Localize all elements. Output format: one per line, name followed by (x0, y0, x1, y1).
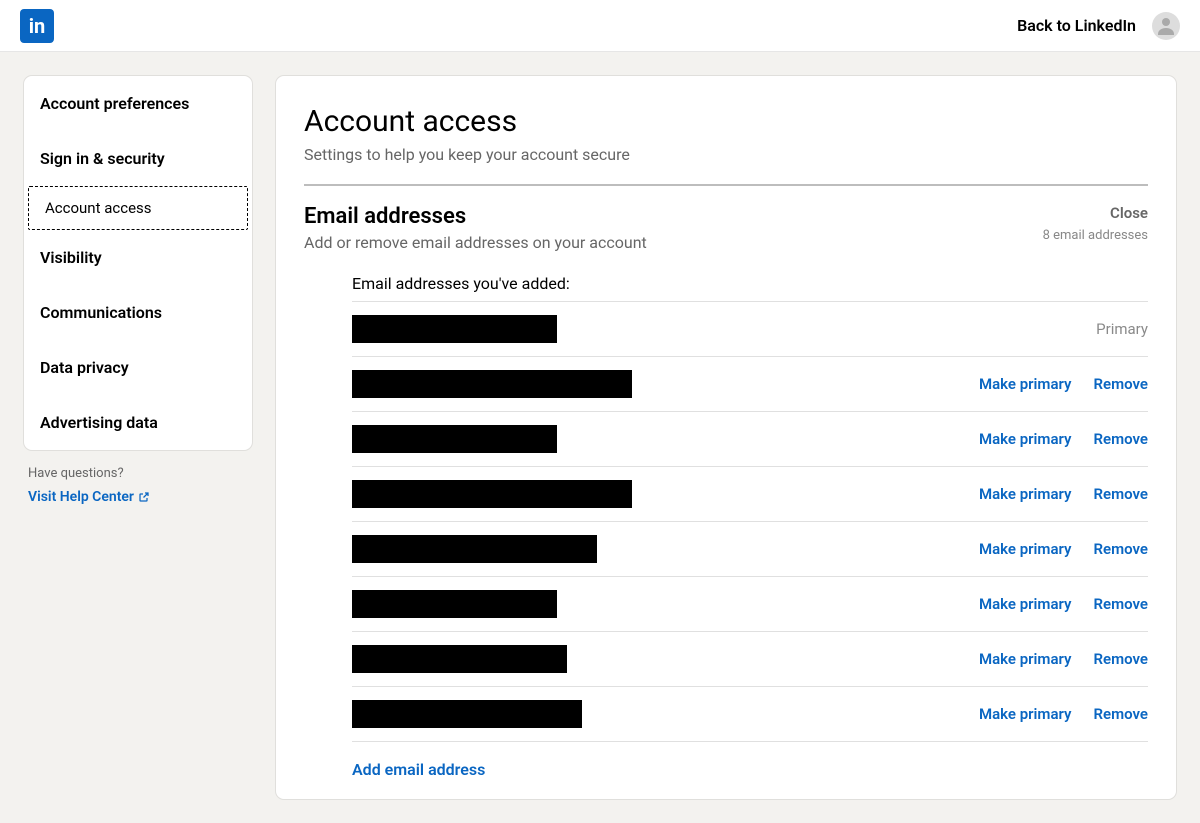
email-row: Make primary Remove (352, 686, 1148, 741)
email-redacted (352, 425, 557, 453)
page-title: Account access (304, 104, 1148, 139)
section-title: Email addresses (304, 204, 647, 229)
sidebar-item-visibility[interactable]: Visibility (24, 230, 252, 285)
help-center-link[interactable]: Visit Help Center (28, 489, 150, 505)
email-row: Make primary Remove (352, 356, 1148, 411)
settings-sidebar: Account preferences Sign in & security A… (24, 76, 252, 450)
sidebar-item-sign-in-security[interactable]: Sign in & security (24, 131, 252, 186)
email-row: Make primary Remove (352, 466, 1148, 521)
remove-button[interactable]: Remove (1094, 540, 1149, 558)
email-row: Make primary Remove (352, 521, 1148, 576)
email-redacted (352, 535, 597, 563)
remove-button[interactable]: Remove (1094, 485, 1149, 503)
divider (304, 184, 1148, 186)
make-primary-button[interactable]: Make primary (979, 485, 1072, 503)
email-redacted (352, 370, 632, 398)
close-button[interactable]: Close (1043, 204, 1148, 222)
email-redacted (352, 590, 557, 618)
make-primary-button[interactable]: Make primary (979, 540, 1072, 558)
main-panel: Account access Settings to help you keep… (276, 76, 1176, 799)
email-row: Primary (352, 301, 1148, 356)
help-question: Have questions? (28, 466, 248, 481)
back-to-linkedin-link[interactable]: Back to LinkedIn (1017, 16, 1136, 35)
sidebar-item-account-preferences[interactable]: Account preferences (24, 76, 252, 131)
external-link-icon (138, 491, 150, 503)
email-row: Make primary Remove (352, 576, 1148, 631)
email-count-label: 8 email addresses (1043, 228, 1148, 243)
sidebar-item-account-access[interactable]: Account access (28, 186, 248, 230)
make-primary-button[interactable]: Make primary (979, 650, 1072, 668)
make-primary-button[interactable]: Make primary (979, 705, 1072, 723)
sidebar-item-advertising-data[interactable]: Advertising data (24, 395, 252, 450)
topbar: in Back to LinkedIn (0, 0, 1200, 52)
email-row: Make primary Remove (352, 411, 1148, 466)
emails-list-header: Email addresses you've added: (352, 274, 1148, 293)
avatar[interactable] (1152, 12, 1180, 40)
linkedin-logo[interactable]: in (20, 9, 54, 43)
section-subtitle: Add or remove email addresses on your ac… (304, 233, 647, 252)
help-center-label: Visit Help Center (28, 489, 134, 505)
email-redacted (352, 315, 557, 343)
add-email-button[interactable]: Add email address (352, 760, 485, 779)
make-primary-button[interactable]: Make primary (979, 430, 1072, 448)
page-subtitle: Settings to help you keep your account s… (304, 145, 1148, 164)
make-primary-button[interactable]: Make primary (979, 375, 1072, 393)
remove-button[interactable]: Remove (1094, 705, 1149, 723)
make-primary-button[interactable]: Make primary (979, 595, 1072, 613)
primary-badge: Primary (1096, 320, 1148, 338)
remove-button[interactable]: Remove (1094, 375, 1149, 393)
remove-button[interactable]: Remove (1094, 650, 1149, 668)
email-redacted (352, 700, 582, 728)
remove-button[interactable]: Remove (1094, 430, 1149, 448)
remove-button[interactable]: Remove (1094, 595, 1149, 613)
email-row: Make primary Remove (352, 631, 1148, 686)
sidebar-item-communications[interactable]: Communications (24, 285, 252, 340)
email-redacted (352, 480, 632, 508)
email-redacted (352, 645, 567, 673)
sidebar-item-data-privacy[interactable]: Data privacy (24, 340, 252, 395)
